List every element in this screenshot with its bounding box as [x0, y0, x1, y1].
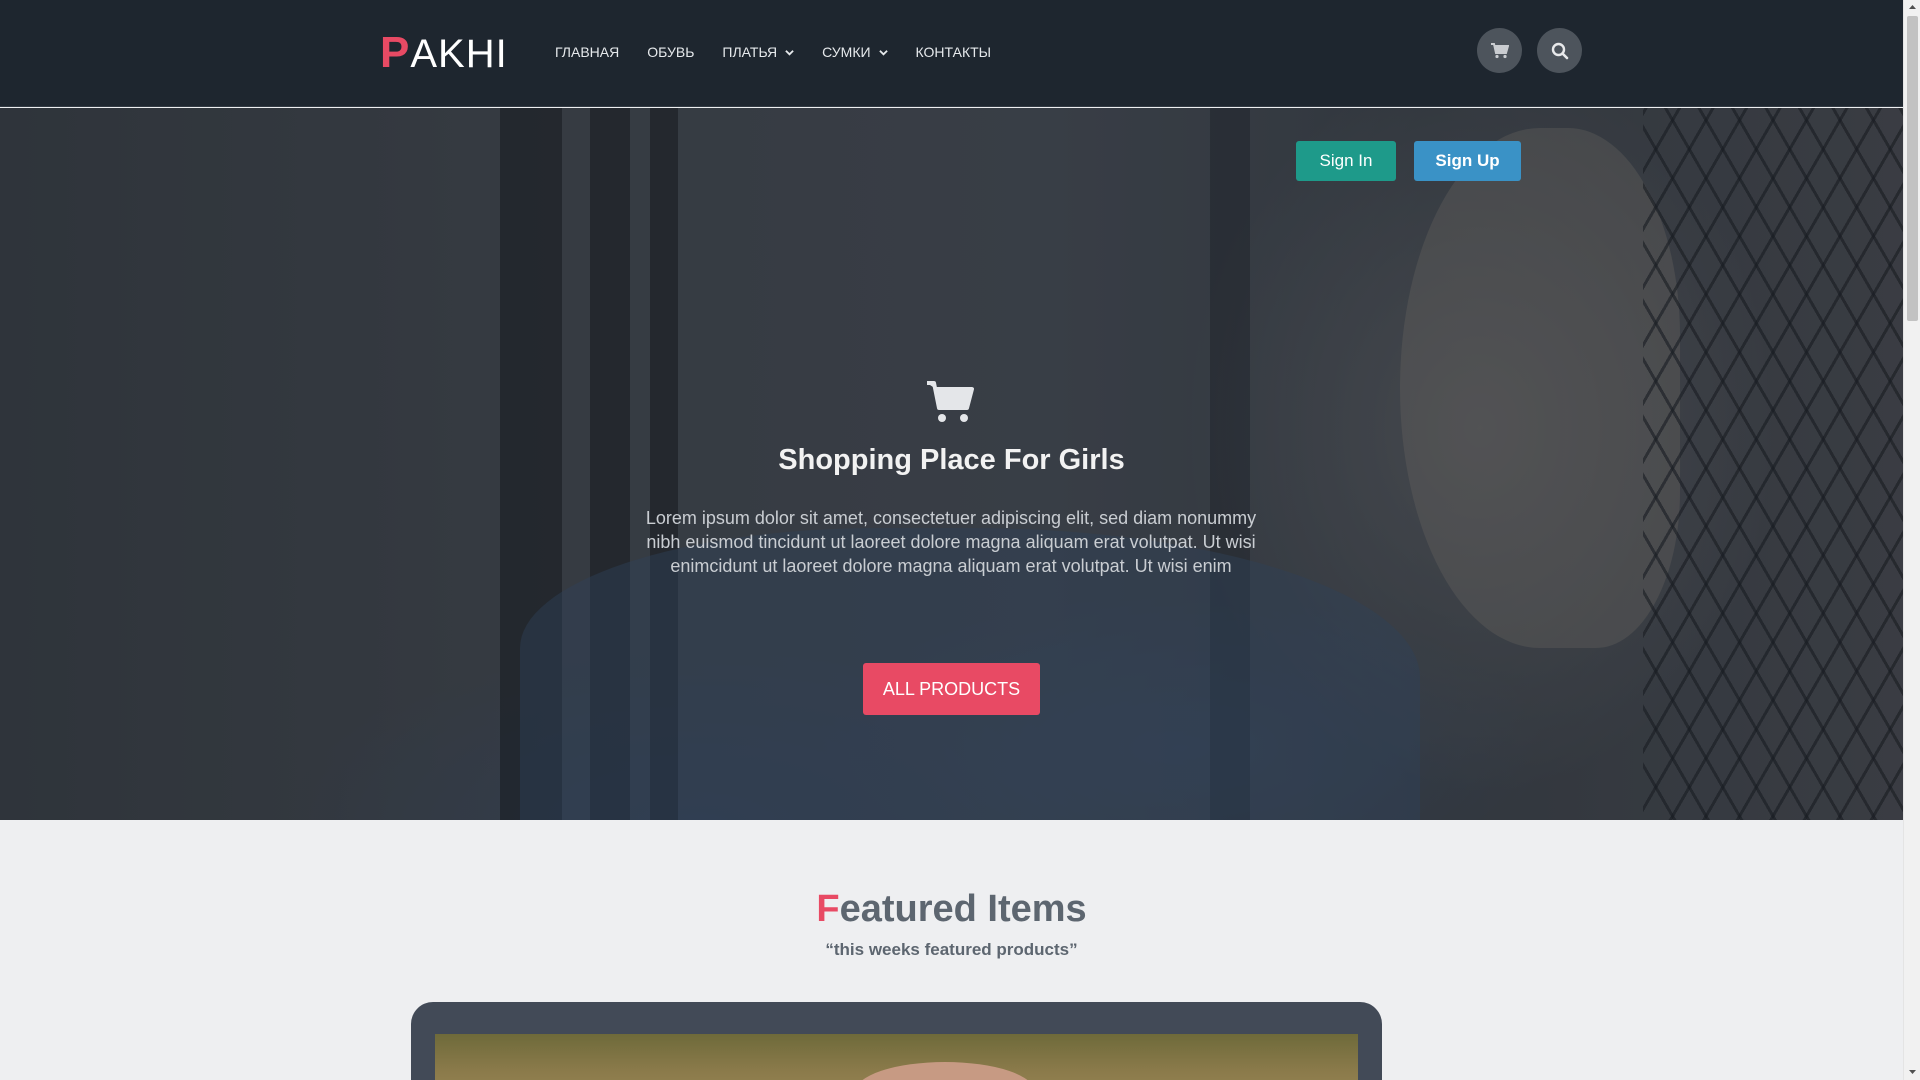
- featured-subtitle: “this weeks featured products”: [825, 940, 1078, 959]
- all-products-button[interactable]: ALL PRODUCTS: [863, 663, 1040, 715]
- search-icon: [1551, 42, 1568, 59]
- nav-item-dresses[interactable]: ПЛАТЬЯ: [722, 44, 794, 60]
- nav-item-home[interactable]: ГЛАВНАЯ: [555, 44, 619, 60]
- hero-description: Lorem ipsum dolor sit amet, consectetuer…: [645, 508, 1257, 576]
- nav-item-shoes[interactable]: ОБУВЬ: [647, 44, 694, 60]
- logo-rest: AKHI: [410, 32, 508, 76]
- nav-item-label: ОБУВЬ: [647, 44, 695, 60]
- product-image-detail: [855, 1062, 1035, 1080]
- scroll-down-arrow-icon[interactable]: [1908, 1067, 1917, 1076]
- sign-up-button[interactable]: Sign Up: [1414, 141, 1521, 181]
- nav-item-label: ПЛАТЬЯ: [722, 44, 778, 60]
- featured-title: Featured Items: [0, 888, 1903, 931]
- cart-icon: [927, 381, 974, 422]
- search-button[interactable]: [1537, 28, 1582, 73]
- hero-title: Shopping Place For Girls: [778, 444, 1125, 476]
- cart-icon: [1490, 42, 1509, 58]
- site-header: PAKHI ГЛАВНАЯ ОБУВЬ ПЛАТЬЯ СУМКИ КОНТАКТ…: [0, 0, 1903, 107]
- featured-title-first-letter: F: [816, 888, 840, 930]
- nav-item-label: ГЛАВНАЯ: [555, 44, 620, 60]
- nav-item-contacts[interactable]: КОНТАКТЫ: [916, 44, 992, 60]
- cart-button[interactable]: [1477, 28, 1522, 73]
- featured-title-rest: eatured Items: [839, 888, 1087, 930]
- page-scrollbar[interactable]: [1903, 0, 1920, 1080]
- site-logo[interactable]: PAKHI: [380, 28, 508, 78]
- main-nav: ГЛАВНАЯ ОБУВЬ ПЛАТЬЯ СУМКИ КОНТАКТЫ: [555, 44, 1019, 60]
- featured-product-card[interactable]: [411, 1002, 1382, 1080]
- nav-item-label: КОНТАКТЫ: [915, 44, 992, 60]
- chevron-down-icon: [878, 49, 888, 56]
- featured-product-image[interactable]: [435, 1034, 1358, 1080]
- logo-first-letter: P: [380, 28, 411, 77]
- nav-item-label: СУМКИ: [822, 44, 871, 60]
- scroll-up-arrow-icon[interactable]: [1908, 3, 1917, 12]
- nav-item-bags[interactable]: СУМКИ: [822, 44, 888, 60]
- hero-banner: Sign In Sign Up Shopping Place For Girls…: [0, 108, 1903, 820]
- sign-in-button[interactable]: Sign In: [1296, 141, 1396, 181]
- scrollbar-thumb[interactable]: [1907, 16, 1918, 321]
- chevron-down-icon: [785, 49, 794, 56]
